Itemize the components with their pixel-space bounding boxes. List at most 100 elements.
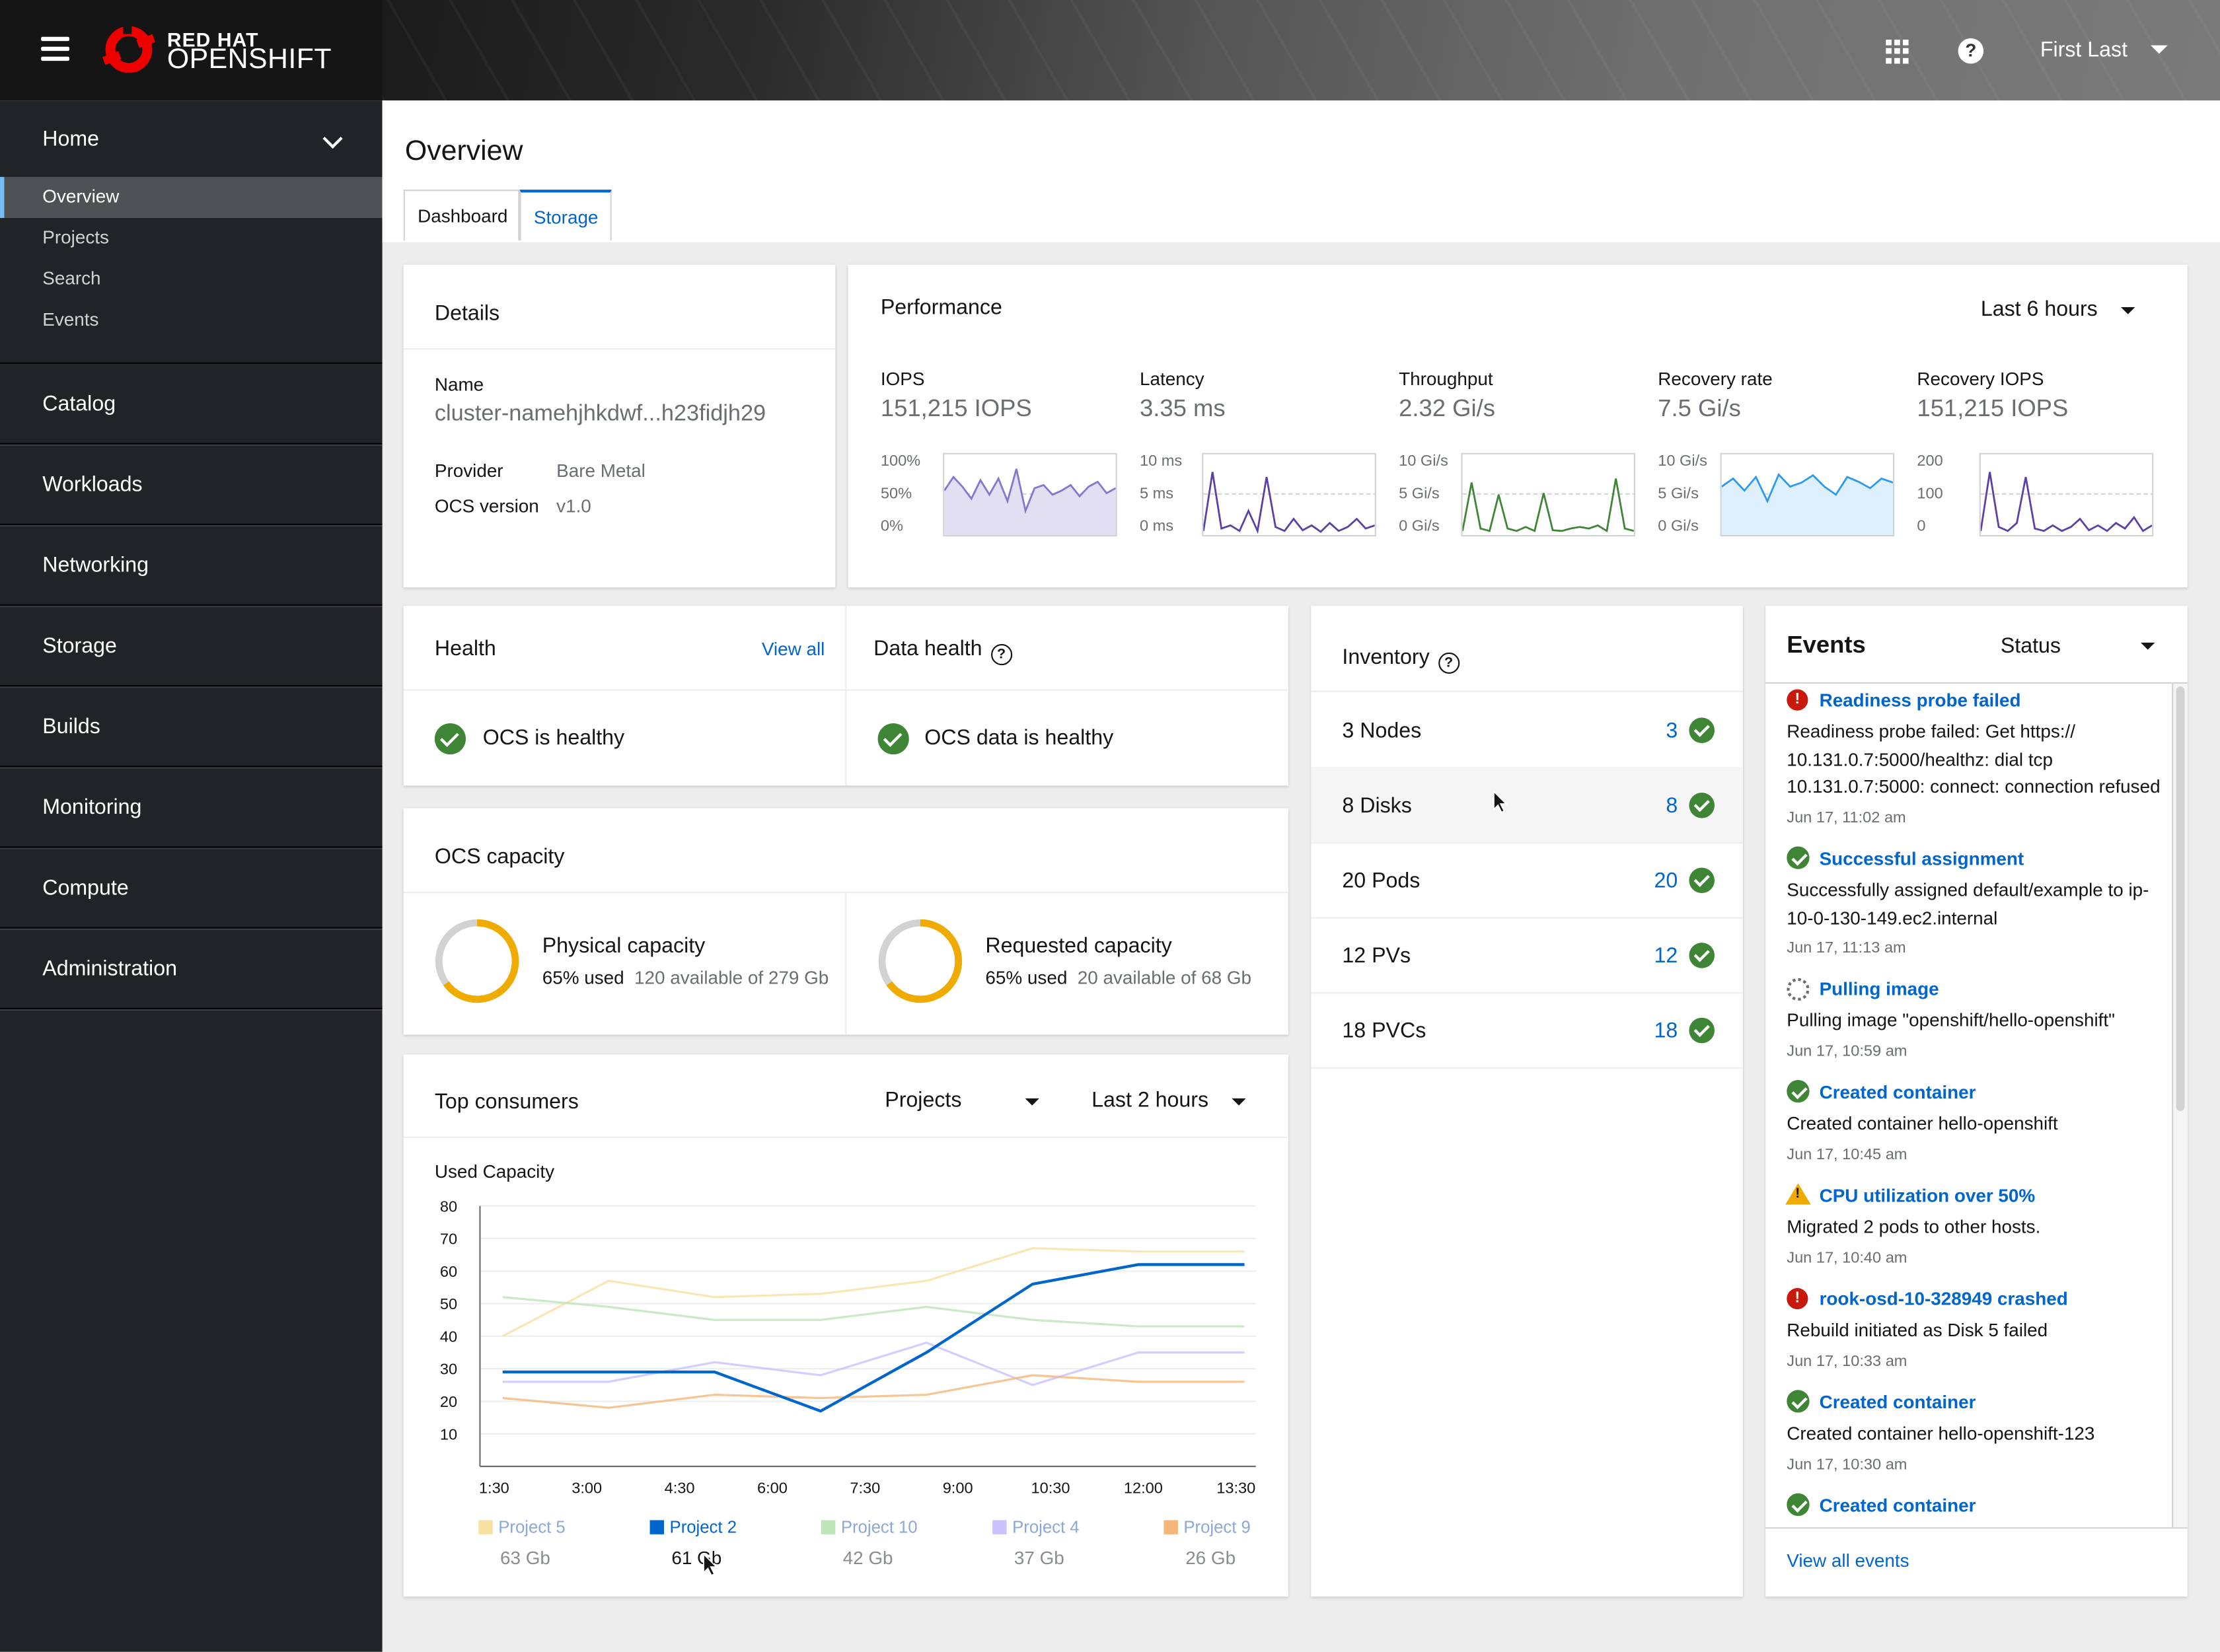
- nav-home[interactable]: Home: [42, 127, 99, 151]
- legend-total: 26 Gb: [1185, 1548, 1236, 1568]
- event-message: Created container hello-openshift-123: [1787, 1422, 2095, 1444]
- divider: [1765, 1527, 2188, 1529]
- event-title-link[interactable]: Successful assignment: [1820, 848, 2024, 869]
- sidebar-item-overview[interactable]: Overview: [0, 176, 383, 218]
- event-title-link[interactable]: Readiness probe failed: [1820, 690, 2021, 711]
- help-icon[interactable]: ?: [1438, 652, 1460, 674]
- view-all-events-link[interactable]: View all events: [1787, 1550, 1909, 1571]
- inventory-count-link[interactable]: 3: [1628, 719, 1678, 743]
- metric-tick-label: 5 Gi/s: [1658, 485, 1699, 503]
- inventory-count-link[interactable]: 8: [1628, 794, 1678, 818]
- sparkline-4: [1979, 452, 2154, 537]
- event-title-link[interactable]: CPU utilization over 50%: [1820, 1185, 2036, 1206]
- inventory-count-link[interactable]: 18: [1628, 1019, 1678, 1043]
- y-tick-label: 20: [440, 1393, 457, 1410]
- sidebar-item-monitoring[interactable]: Monitoring: [0, 767, 383, 848]
- metric-label: Throughput: [1399, 368, 1493, 390]
- chevron-down-icon[interactable]: [322, 128, 343, 149]
- x-tick-label: 7:30: [850, 1480, 880, 1497]
- y-tick-label: 10: [440, 1425, 457, 1443]
- brand-openshift: OPENSHIFT: [166, 44, 332, 75]
- event-message: Migrated 2 pods to other hosts.: [1787, 1215, 2041, 1237]
- user-menu-caret-icon[interactable]: [2151, 45, 2168, 54]
- sidebar-item-compute[interactable]: Compute: [0, 848, 383, 929]
- sidebar-item-administration[interactable]: Administration: [0, 929, 383, 1009]
- metric-label: IOPS: [880, 368, 925, 390]
- sidebar-item-catalog[interactable]: Catalog: [0, 364, 383, 445]
- requested-available: 20 available of 68 Gb: [1077, 966, 1252, 988]
- event-title-link[interactable]: Created container: [1820, 1391, 1976, 1412]
- event-title-link[interactable]: Pulling image: [1820, 978, 1939, 999]
- metric-tick-label: 5 ms: [1140, 485, 1174, 503]
- tab-storage[interactable]: Storage: [519, 190, 612, 241]
- x-tick-label: 9:00: [943, 1480, 973, 1497]
- sidebar-item-workloads[interactable]: Workloads: [0, 445, 383, 525]
- details-title: Details: [434, 301, 500, 326]
- healthy-check-icon: [1689, 867, 1715, 894]
- health-view-all-link[interactable]: View all: [762, 638, 825, 659]
- hamburger-menu-icon[interactable]: [41, 36, 69, 63]
- success-icon: [1787, 846, 1810, 869]
- sparkline-series: [1202, 472, 1376, 534]
- nav-label: Builds: [42, 715, 100, 739]
- help-icon[interactable]: ?: [990, 643, 1012, 666]
- success-icon: [1787, 1493, 1810, 1516]
- page-title: Overview: [404, 135, 523, 167]
- sparkline-1: [1202, 452, 1376, 537]
- requested-used: 65% used: [985, 966, 1068, 988]
- event-title-link[interactable]: rook-osd-10-328949 crashed: [1820, 1288, 2068, 1309]
- divider: [1311, 1067, 1743, 1069]
- divider: [403, 348, 836, 350]
- legend-label: Project 2: [670, 1519, 737, 1537]
- events-status-filter[interactable]: Status: [2001, 634, 2061, 658]
- event-timestamp: Jun 17, 10:45 am: [1787, 1145, 1907, 1163]
- events-list-viewport: ! Readiness probe failed Readiness probe f…: [1765, 684, 2172, 1527]
- divider: [403, 1136, 1288, 1138]
- sidebar-item-projects[interactable]: Projects: [0, 218, 383, 259]
- x-tick-label: 12:00: [1124, 1480, 1163, 1497]
- event-message: Created container hello-openshift: [1787, 1112, 2058, 1134]
- nav-home-group: Home Overview Projects Search Events: [0, 100, 383, 364]
- caret-down-icon[interactable]: [2141, 642, 2155, 650]
- caret-down-icon[interactable]: [2121, 307, 2135, 314]
- chart-ylabel: Used Capacity: [434, 1161, 555, 1182]
- user-menu[interactable]: First Last: [2040, 38, 2128, 62]
- event-timestamp: Jun 17, 10:40 am: [1787, 1249, 1907, 1266]
- metric-tick-label: 50%: [880, 485, 912, 503]
- events-scrollbar[interactable]: [2172, 684, 2188, 1528]
- inventory-title: Inventory?: [1342, 645, 1460, 674]
- legend-label: Project 10: [841, 1519, 918, 1537]
- scrollbar-thumb[interactable]: [2176, 686, 2185, 1112]
- tab-dashboard[interactable]: Dashboard: [403, 190, 520, 241]
- sidebar-item-storage[interactable]: Storage: [0, 606, 383, 687]
- divider: [403, 689, 1288, 691]
- performance-range-dropdown[interactable]: Last 6 hours: [1981, 297, 2098, 321]
- event-title-link[interactable]: Created container: [1820, 1081, 1976, 1102]
- consumers-range-dropdown[interactable]: Last 2 hours: [1092, 1089, 1208, 1112]
- legend-total: 42 Gb: [843, 1548, 893, 1568]
- event-title-link[interactable]: Created container: [1820, 1495, 1976, 1516]
- caret-down-icon[interactable]: [1232, 1098, 1246, 1106]
- nav-label: Catalog: [42, 392, 116, 416]
- sidebar-item-label: Projects: [42, 226, 109, 248]
- app-launcher-icon[interactable]: [1886, 40, 1909, 63]
- inventory-count-link[interactable]: 12: [1628, 944, 1678, 968]
- help-icon[interactable]: ?: [1958, 38, 1984, 64]
- series-line-project-4: [502, 1342, 1245, 1386]
- error-icon: !: [1787, 689, 1808, 711]
- healthy-check-icon: [434, 723, 466, 755]
- event-message: Rebuild initiated as Disk 5 failed: [1787, 1319, 2048, 1341]
- sidebar-item-networking[interactable]: Networking: [0, 525, 383, 606]
- caret-down-icon[interactable]: [1025, 1098, 1039, 1106]
- top-consumers-chart: 80 70 60 50 40 30 20 10 1:30 3:00 4:30 6:00 7:30 9:00…: [440, 1198, 1256, 1577]
- consumers-filter-dropdown[interactable]: Projects: [885, 1089, 961, 1112]
- sidebar-item-events[interactable]: Events: [0, 300, 383, 341]
- sidebar-item-builds[interactable]: Builds: [0, 686, 383, 768]
- series-line-project-5: [501, 1247, 1245, 1338]
- event-message: Pulling image "openshift/hello-openshift…: [1787, 1009, 2116, 1030]
- metric-label: Latency: [1140, 368, 1204, 390]
- sidebar-item-search[interactable]: Search: [0, 259, 383, 300]
- openshift-logo-icon: [102, 25, 155, 73]
- inventory-count-link[interactable]: 20: [1628, 869, 1678, 893]
- capacity-title: OCS capacity: [434, 845, 565, 869]
